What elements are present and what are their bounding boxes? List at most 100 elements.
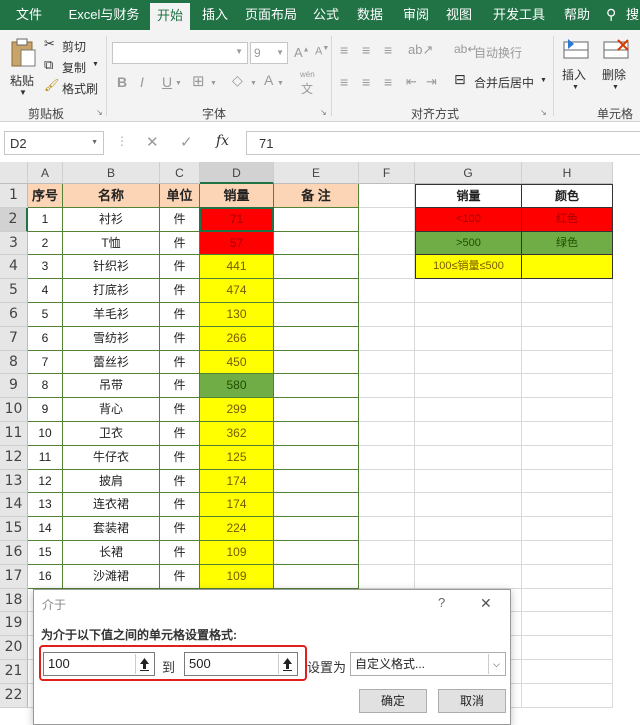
- column-header[interactable]: E: [274, 162, 359, 184]
- row-header[interactable]: 18: [0, 588, 28, 613]
- table-cell[interactable]: 件: [160, 326, 200, 351]
- column-header[interactable]: C: [160, 162, 200, 184]
- row-header[interactable]: 9: [0, 374, 28, 399]
- row-header[interactable]: 13: [0, 469, 28, 494]
- table-cell[interactable]: 连衣裙: [63, 493, 160, 518]
- wrap-text-button[interactable]: ab↵ 自动换行: [454, 42, 544, 62]
- increase-font-icon[interactable]: A▲: [294, 45, 310, 60]
- sales-cell[interactable]: 57: [200, 231, 274, 256]
- cell[interactable]: [522, 279, 613, 303]
- sales-cell[interactable]: 109: [200, 541, 274, 565]
- row-header[interactable]: 4: [0, 255, 28, 280]
- cell[interactable]: [522, 326, 613, 351]
- row-header[interactable]: 5: [0, 279, 28, 303]
- table-cell[interactable]: 12: [28, 469, 63, 494]
- cell[interactable]: [359, 255, 415, 280]
- close-icon[interactable]: ✕: [480, 595, 492, 612]
- menu-tab[interactable]: 文件: [0, 0, 58, 30]
- remark-cell[interactable]: [274, 422, 359, 446]
- cell[interactable]: [522, 588, 613, 613]
- sales-cell[interactable]: 299: [200, 398, 274, 422]
- insert-function-icon[interactable]: fx: [216, 133, 229, 149]
- table-cell[interactable]: T恤: [63, 231, 160, 256]
- table-cell[interactable]: 套装裙: [63, 517, 160, 541]
- cell[interactable]: [415, 374, 522, 399]
- table-cell[interactable]: 衬衫: [63, 207, 160, 232]
- confirm-entry-icon[interactable]: ✓: [180, 133, 193, 151]
- remark-cell[interactable]: [274, 445, 359, 470]
- table-cell[interactable]: 16: [28, 564, 63, 589]
- menu-tab[interactable]: Excel与财务: [58, 0, 150, 30]
- remark-cell[interactable]: [274, 517, 359, 541]
- font-size-select[interactable]: 9 ▼: [250, 42, 288, 64]
- row-header[interactable]: 12: [0, 445, 28, 470]
- underline-button[interactable]: U: [162, 74, 172, 90]
- cell[interactable]: [415, 541, 522, 565]
- menu-tab[interactable]: 开发工具: [484, 0, 554, 30]
- cell[interactable]: [522, 636, 613, 660]
- table-cell[interactable]: 11: [28, 445, 63, 470]
- sales-cell[interactable]: 109: [200, 564, 274, 589]
- cell[interactable]: [359, 422, 415, 446]
- table-cell[interactable]: 件: [160, 374, 200, 399]
- remark-cell[interactable]: [274, 541, 359, 565]
- table-cell[interactable]: 件: [160, 422, 200, 446]
- cell[interactable]: [359, 279, 415, 303]
- cell[interactable]: [415, 350, 522, 375]
- to-value-input[interactable]: 500: [184, 652, 298, 676]
- table-cell[interactable]: 沙滩裙: [63, 564, 160, 589]
- cell[interactable]: [359, 445, 415, 470]
- table-cell[interactable]: 件: [160, 255, 200, 280]
- table-cell[interactable]: 件: [160, 564, 200, 589]
- table-cell[interactable]: 13: [28, 493, 63, 518]
- sales-cell[interactable]: 174: [200, 493, 274, 518]
- remark-cell[interactable]: [274, 398, 359, 422]
- table-cell[interactable]: 背心: [63, 398, 160, 422]
- sales-cell[interactable]: 174: [200, 469, 274, 494]
- row-header[interactable]: 7: [0, 326, 28, 351]
- remark-cell[interactable]: [274, 469, 359, 494]
- format-painter-button[interactable]: 🖌 格式刷: [44, 78, 104, 96]
- table-cell[interactable]: 针织衫: [63, 255, 160, 280]
- remark-cell[interactable]: [274, 326, 359, 351]
- search-tab[interactable]: 搜: [626, 0, 639, 30]
- cell[interactable]: [415, 303, 522, 327]
- table-cell[interactable]: 卫衣: [63, 422, 160, 446]
- cell[interactable]: [359, 207, 415, 232]
- menu-tab[interactable]: 视图: [440, 0, 478, 30]
- cell[interactable]: [522, 517, 613, 541]
- cell[interactable]: [522, 541, 613, 565]
- row-header[interactable]: 20: [0, 636, 28, 660]
- italic-button[interactable]: I: [140, 74, 144, 90]
- table-cell[interactable]: 3: [28, 255, 63, 280]
- cell[interactable]: [522, 445, 613, 470]
- remark-cell[interactable]: [274, 564, 359, 589]
- table-cell[interactable]: 15: [28, 541, 63, 565]
- cell[interactable]: [359, 231, 415, 256]
- cell[interactable]: [359, 398, 415, 422]
- remark-cell[interactable]: [274, 350, 359, 375]
- table-cell[interactable]: 件: [160, 493, 200, 518]
- cell[interactable]: [359, 517, 415, 541]
- align-top-icon[interactable]: ≡: [340, 42, 348, 58]
- ok-button[interactable]: 确定: [359, 689, 427, 713]
- font-color-icon[interactable]: A: [264, 72, 273, 88]
- remark-cell[interactable]: [274, 279, 359, 303]
- name-box[interactable]: D2 ▼: [4, 131, 104, 155]
- row-header[interactable]: 17: [0, 564, 28, 589]
- table-cell[interactable]: 10: [28, 422, 63, 446]
- fill-color-icon[interactable]: ◇: [232, 72, 243, 89]
- sales-cell[interactable]: 130: [200, 303, 274, 327]
- help-button[interactable]: ?: [438, 595, 445, 610]
- column-header[interactable]: F: [359, 162, 415, 184]
- cell[interactable]: [522, 612, 613, 637]
- cell[interactable]: [359, 564, 415, 589]
- cut-button[interactable]: ✂ 剪切: [44, 36, 100, 54]
- table-cell[interactable]: 打底衫: [63, 279, 160, 303]
- cell[interactable]: [415, 422, 522, 446]
- table-cell[interactable]: 羊毛衫: [63, 303, 160, 327]
- cell[interactable]: [359, 350, 415, 375]
- table-cell[interactable]: 件: [160, 207, 200, 232]
- insert-cells-button[interactable]: 插入 ▼: [558, 36, 594, 100]
- cell[interactable]: [415, 469, 522, 494]
